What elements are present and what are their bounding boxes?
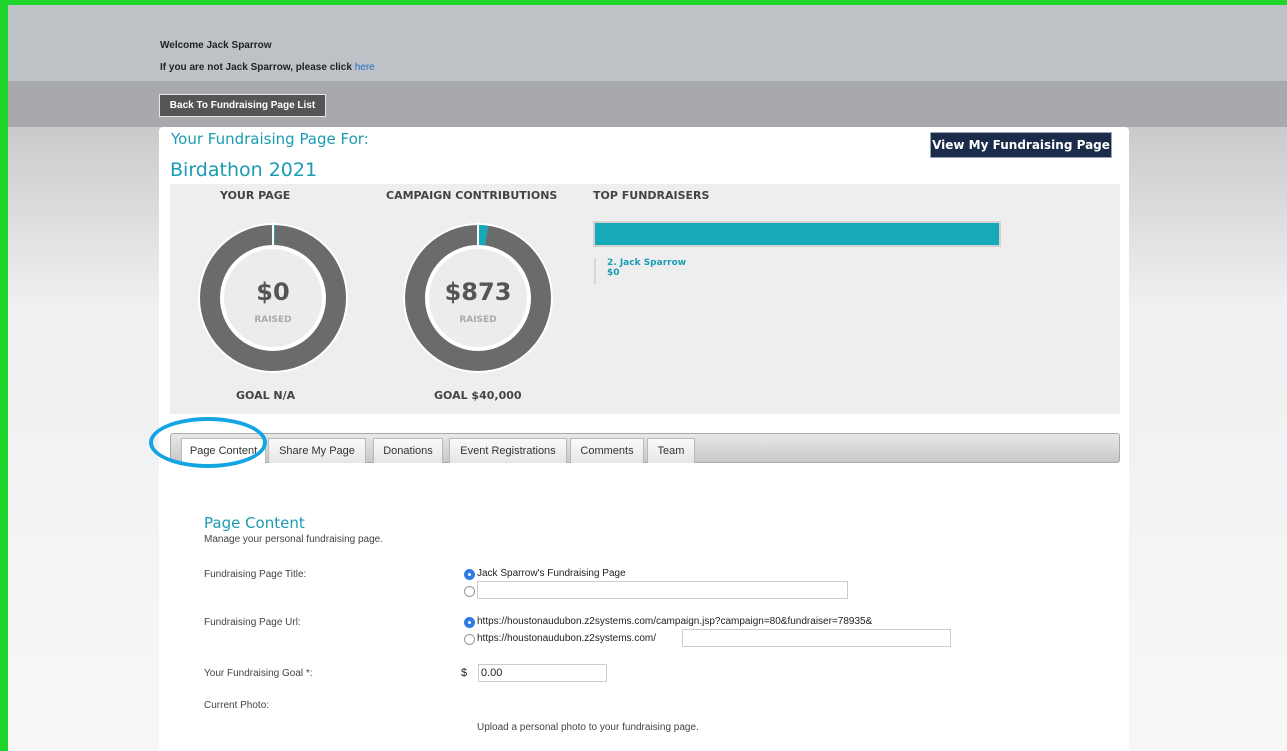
your-page-title: YOUR PAGE — [220, 189, 291, 202]
campaign-title: Birdathon 2021 — [170, 159, 318, 181]
title-default-text: Jack Sparrow's Fundraising Page — [477, 568, 626, 579]
top-fundraiser-entry: 2. Jack Sparrow $0 — [607, 258, 686, 278]
view-fundraising-page-button[interactable]: View My Fundraising Page — [930, 132, 1112, 158]
url-default-radio[interactable] — [464, 617, 475, 628]
not-user-notice: If you are not Jack Sparrow, please clic… — [160, 62, 375, 73]
your-page-amount: $0 — [256, 278, 290, 306]
goal-input[interactable] — [478, 664, 607, 682]
custom-url-input[interactable] — [682, 629, 951, 647]
tab-donations[interactable]: Donations — [373, 438, 443, 463]
tab-share-my-page[interactable]: Share My Page — [268, 438, 366, 463]
section-description: Manage your personal fundraising page. — [204, 534, 384, 545]
section-title: Page Content — [204, 514, 305, 532]
top-fundraiser-name[interactable]: 2. Jack Sparrow — [607, 258, 686, 268]
custom-title-input[interactable] — [477, 581, 848, 599]
not-user-link[interactable]: here — [355, 62, 375, 73]
tab-comments[interactable]: Comments — [570, 438, 644, 463]
url-custom-prefix: https://houstonaudubon.z2systems.com/ — [477, 633, 656, 644]
goal-label: Your Fundraising Goal *: — [204, 668, 313, 679]
title-custom-radio[interactable] — [464, 586, 475, 597]
campaign-contributions-title: CAMPAIGN CONTRIBUTIONS — [386, 189, 558, 202]
url-custom-radio[interactable] — [464, 634, 475, 645]
campaign-amount: $873 — [444, 278, 512, 306]
page-url-label: Fundraising Page Url: — [204, 617, 301, 628]
top-fundraisers-title: TOP FUNDRAISERS — [593, 189, 710, 202]
welcome-text: Welcome Jack Sparrow — [160, 40, 272, 51]
goal-currency: $ — [461, 667, 468, 679]
highlight-circle — [149, 417, 267, 468]
your-page-donut: $0 RAISED — [197, 222, 349, 374]
tab-event-registrations[interactable]: Event Registrations — [449, 438, 567, 463]
current-photo-label: Current Photo: — [204, 700, 270, 711]
top-fundraiser-bar — [593, 221, 1001, 247]
your-page-raised-label: RAISED — [254, 315, 292, 325]
top-fundraiser-marker — [594, 258, 596, 284]
title-default-radio[interactable] — [464, 569, 475, 580]
browser-viewport: Welcome Jack Sparrow If you are not Jack… — [8, 5, 1287, 751]
tab-team[interactable]: Team — [647, 438, 695, 463]
fundraising-card: Your Fundraising Page For: Birdathon 202… — [159, 127, 1129, 751]
back-to-list-button[interactable]: Back To Fundraising Page List — [159, 94, 326, 117]
campaign-donut: $873 RAISED — [402, 222, 554, 374]
page-title-label: Fundraising Page Title: — [204, 569, 307, 580]
top-fundraiser-amount: $0 — [607, 268, 620, 278]
upload-note: Upload a personal photo to your fundrais… — [477, 722, 699, 733]
page-for-label: Your Fundraising Page For: — [171, 130, 369, 148]
campaign-raised-label: RAISED — [459, 315, 497, 325]
url-default-text: https://houstonaudubon.z2systems.com/cam… — [477, 616, 873, 627]
not-user-text: If you are not Jack Sparrow, please clic… — [160, 62, 352, 73]
campaign-goal: GOAL $40,000 — [434, 389, 522, 402]
stats-panel: YOUR PAGE $0 RAISED GOAL N/A CAMPAIGN CO… — [170, 184, 1120, 414]
tab-bar: Page Content Share My Page Donations Eve… — [170, 433, 1120, 463]
your-page-goal: GOAL N/A — [236, 389, 296, 402]
